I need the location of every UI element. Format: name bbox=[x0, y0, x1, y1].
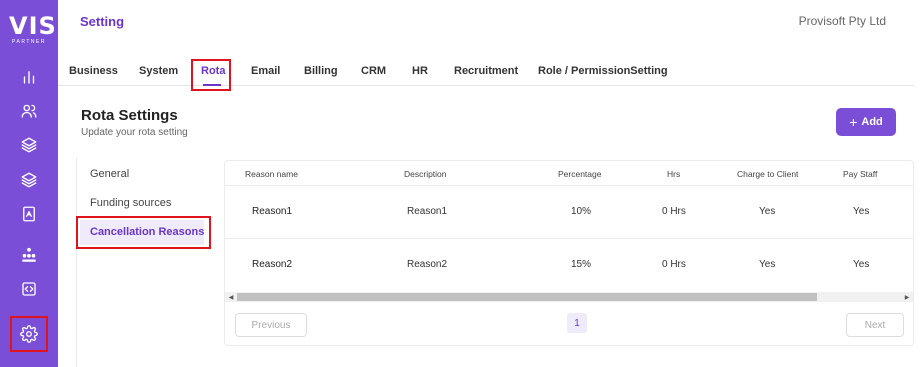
column-header-percentage: Percentage bbox=[558, 169, 602, 179]
cell-reason-name: Reason2 bbox=[252, 259, 293, 270]
column-header-reason-name: Reason name bbox=[245, 169, 298, 179]
scrollbar-thumb[interactable] bbox=[237, 293, 817, 301]
code-icon[interactable] bbox=[17, 277, 41, 301]
brand-logo: VIS PARTNER bbox=[9, 12, 57, 48]
add-button[interactable]: + Add bbox=[836, 108, 896, 136]
tab-billing[interactable]: Billing bbox=[304, 65, 338, 77]
page-number-1[interactable]: 1 bbox=[567, 313, 587, 333]
cell-hrs: 0 Hrs bbox=[662, 206, 686, 217]
sidebar: VIS PARTNER bbox=[0, 0, 58, 367]
tab-email[interactable]: Email bbox=[251, 65, 280, 77]
reasons-table: Reason name Description Percentage Hrs C… bbox=[224, 160, 914, 346]
logo-text: VIS bbox=[9, 12, 57, 40]
column-header-charge-to-client: Charge to Client bbox=[737, 169, 799, 179]
tab-role-permission[interactable]: Role / PermissionSetting bbox=[538, 65, 668, 77]
submenu-item-general[interactable]: General bbox=[90, 168, 129, 180]
users-icon[interactable] bbox=[17, 99, 41, 123]
section-subtitle: Update your rota setting bbox=[81, 127, 188, 138]
document-icon[interactable] bbox=[17, 202, 41, 226]
column-header-description: Description bbox=[404, 169, 447, 179]
column-header-pay-staff: Pay Staff bbox=[843, 169, 878, 179]
rota-tab-highlight-box bbox=[191, 59, 231, 91]
submenu-item-funding-sources[interactable]: Funding sources bbox=[90, 197, 171, 209]
chart-icon[interactable] bbox=[17, 65, 41, 89]
previous-page-button[interactable]: Previous bbox=[235, 313, 307, 337]
submenu-divider bbox=[76, 158, 77, 367]
cell-reason-name: Reason1 bbox=[252, 206, 293, 217]
tab-hr[interactable]: HR bbox=[412, 65, 428, 77]
cell-pay-staff: Yes bbox=[853, 206, 870, 217]
layers-icon[interactable] bbox=[17, 133, 41, 157]
tab-crm[interactable]: CRM bbox=[361, 65, 386, 77]
section-title: Rota Settings bbox=[81, 107, 178, 124]
cell-pay-staff: Yes bbox=[853, 259, 870, 270]
scroll-left-icon[interactable]: ◀ bbox=[226, 292, 236, 302]
next-page-button[interactable]: Next bbox=[846, 313, 904, 337]
cell-description: Reason1 bbox=[407, 206, 448, 217]
horizontal-scrollbar[interactable]: ◀ ▶ bbox=[225, 292, 913, 302]
tab-business[interactable]: Business bbox=[69, 65, 118, 77]
logo-subtext: PARTNER bbox=[12, 39, 46, 45]
plus-icon: + bbox=[849, 114, 858, 130]
row-divider bbox=[225, 238, 913, 239]
tab-system[interactable]: System bbox=[139, 65, 178, 77]
cancellation-highlight-box bbox=[76, 216, 211, 249]
tab-recruitment[interactable]: Recruitment bbox=[454, 65, 518, 77]
page-title: Setting bbox=[80, 14, 125, 29]
header-divider bbox=[225, 185, 913, 186]
settings-tabs: Business System Rota Email Billing CRM H… bbox=[58, 62, 914, 86]
cell-description: Reason2 bbox=[407, 259, 448, 270]
cell-charge-to-client: Yes bbox=[759, 259, 776, 270]
company-name: Provisoft Pty Ltd bbox=[798, 14, 886, 28]
settings-highlight-box bbox=[10, 316, 48, 352]
org-chart-icon[interactable] bbox=[17, 243, 41, 267]
scroll-right-icon[interactable]: ▶ bbox=[902, 292, 912, 302]
column-header-hrs: Hrs bbox=[667, 169, 681, 179]
cell-hrs: 0 Hrs bbox=[662, 259, 686, 270]
add-button-label: Add bbox=[861, 116, 883, 128]
cell-percentage: 15% bbox=[571, 259, 592, 270]
cell-charge-to-client: Yes bbox=[759, 206, 776, 217]
stack-icon[interactable] bbox=[17, 168, 41, 192]
cell-percentage: 10% bbox=[571, 206, 592, 217]
